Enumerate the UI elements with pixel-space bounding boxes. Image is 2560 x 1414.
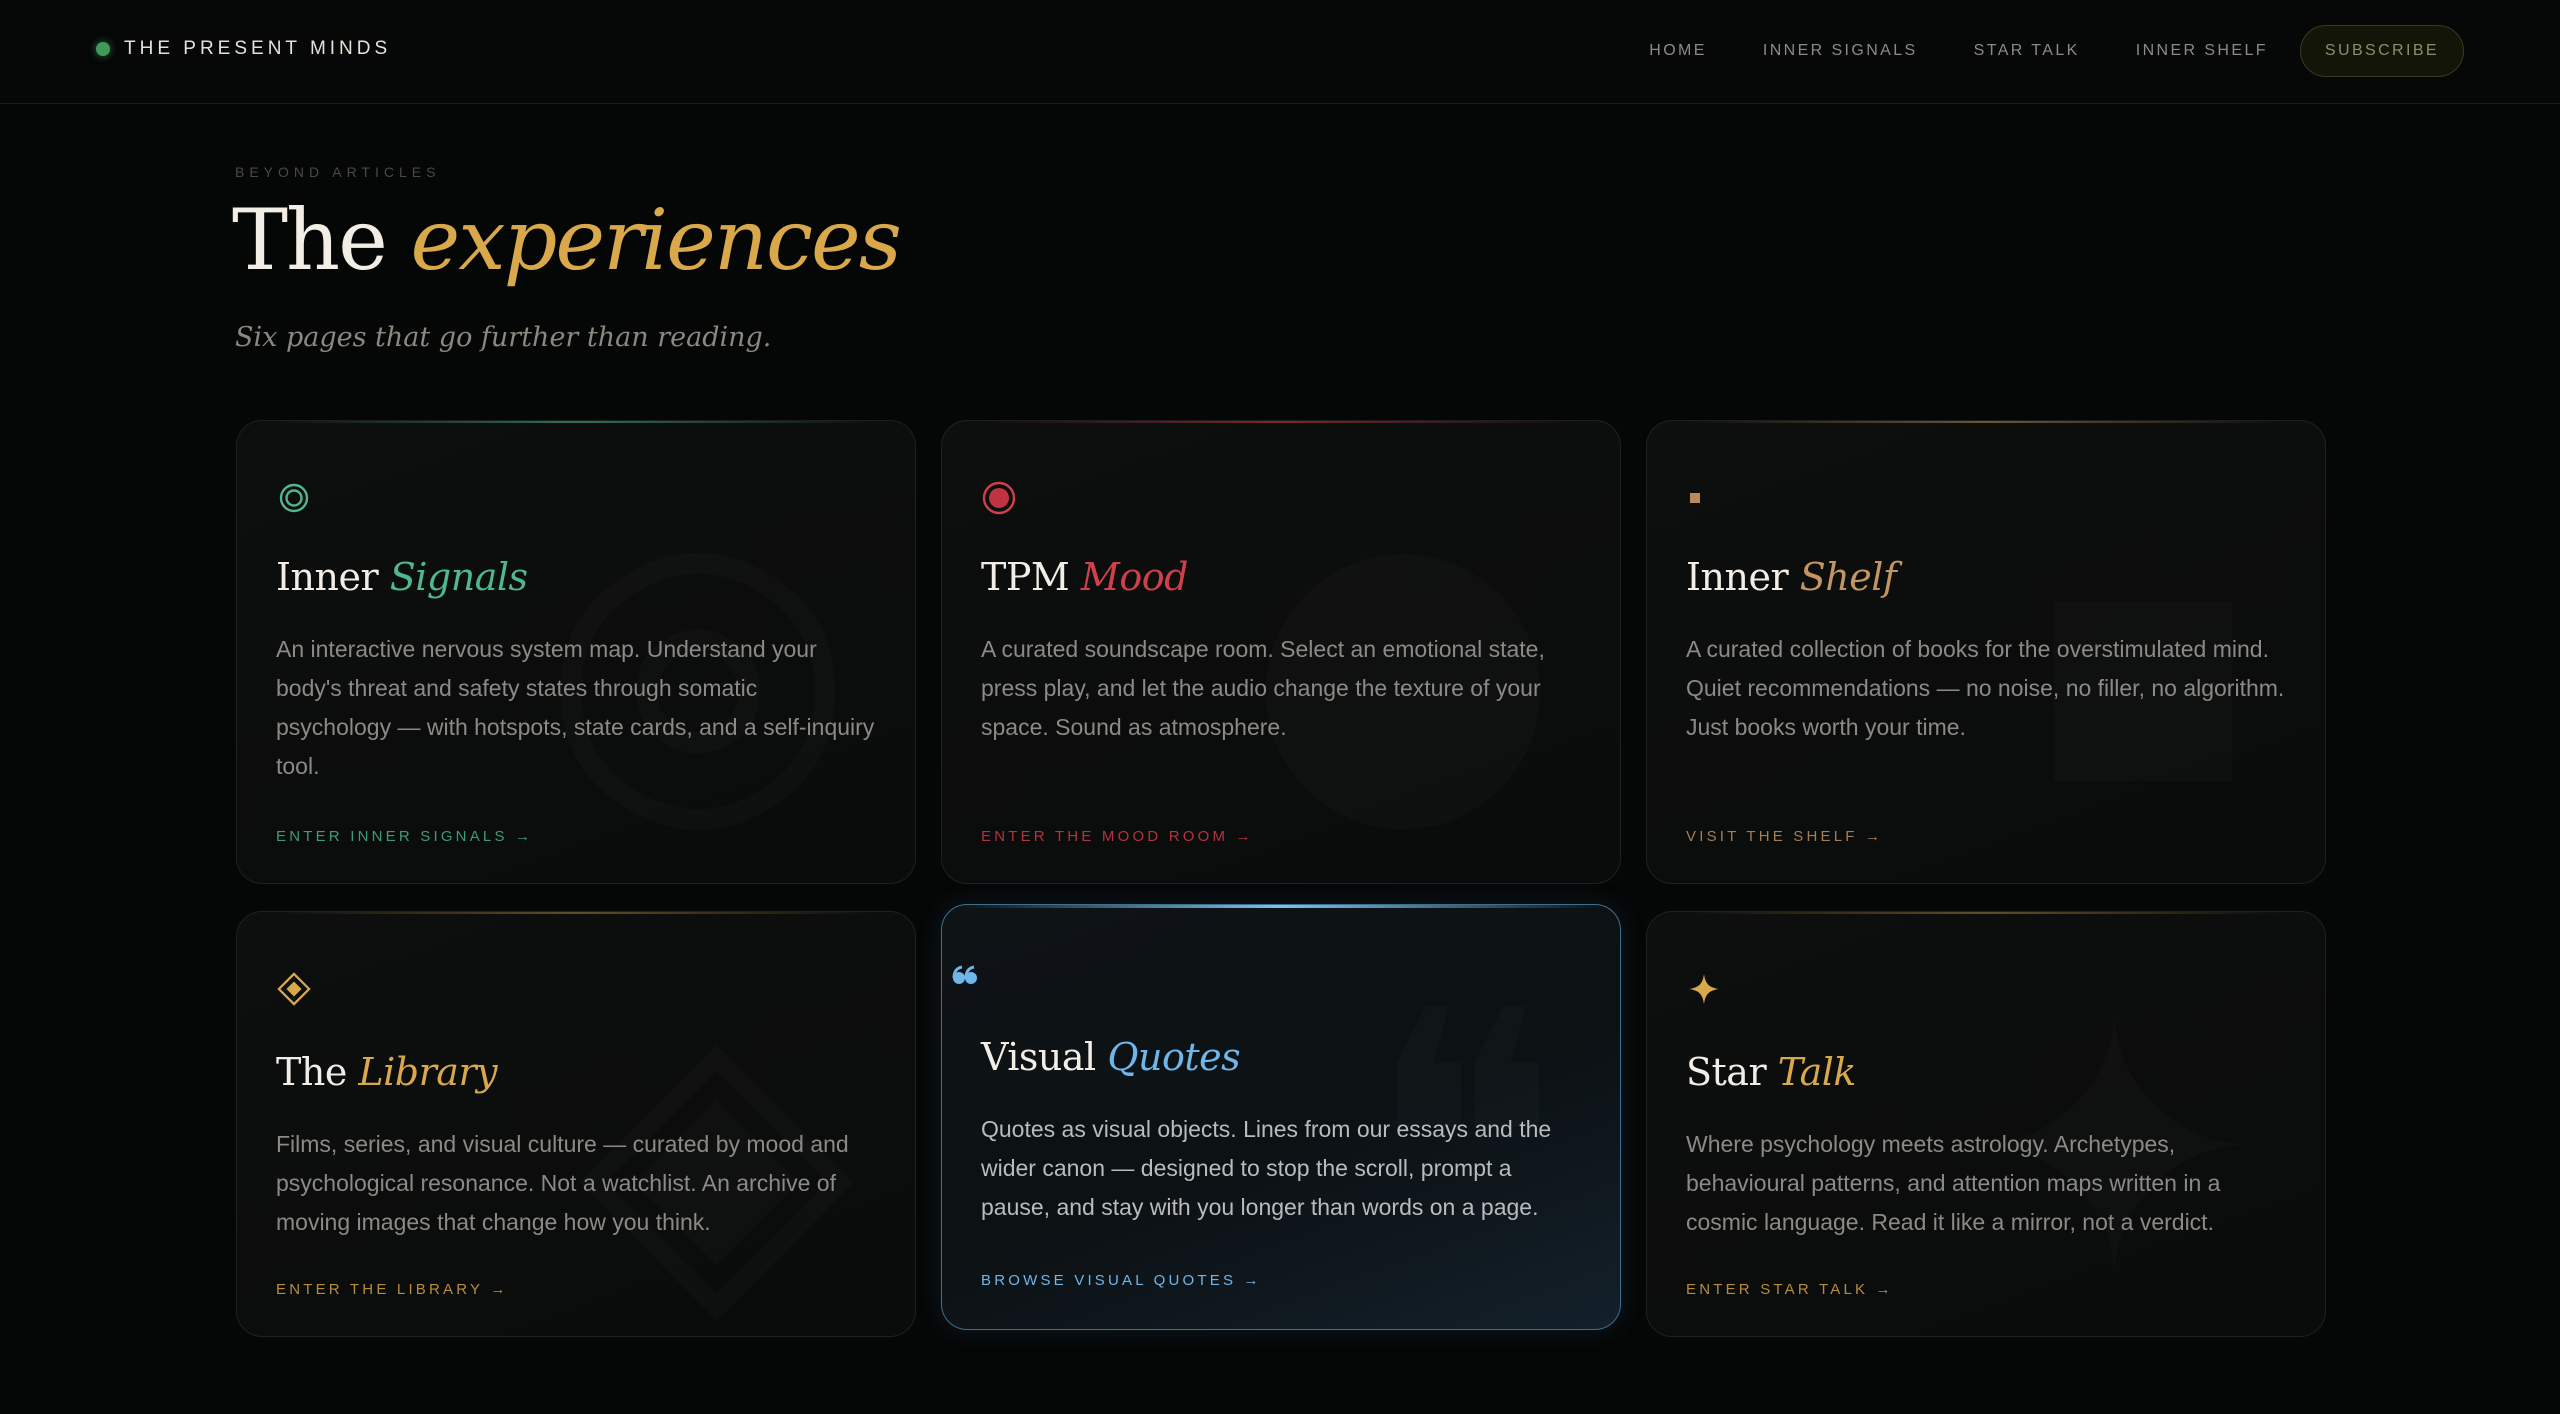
nav-link-star-talk[interactable]: STAR TALK (1974, 42, 2080, 60)
card-accent-line (1687, 912, 2285, 914)
card-title-plain: The (276, 1050, 347, 1094)
page-subtitle: Six pages that go further than reading. (235, 322, 772, 353)
quote-icon (948, 959, 982, 993)
card-title-plain: Visual (981, 1035, 1096, 1079)
card-visual-quotes[interactable]: ❝ Visual Quotes Quotes as visual objects… (941, 904, 1621, 1330)
top-nav: THE PRESENT MINDS HOME INNER SIGNALS STA… (0, 0, 2560, 104)
card-accent-line (982, 421, 1580, 423)
card-title: TPM Mood (981, 555, 1188, 599)
card-star-talk[interactable]: ✦ Star Talk Where psychology meets astro… (1646, 911, 2326, 1337)
card-description: Films, series, and visual culture — cura… (276, 1131, 849, 1235)
card-description: A curated soundscape room. Select an emo… (981, 636, 1545, 740)
nav-link-inner-signals[interactable]: INNER SIGNALS (1763, 42, 1918, 60)
card-title: Inner Signals (276, 555, 528, 599)
card-title-plain: Inner (276, 555, 379, 599)
card-description: A curated collection of books for the ov… (1686, 636, 2285, 740)
enter-mood-room-link[interactable]: ENTER THE MOOD ROOM → (981, 828, 1254, 845)
card-tpm-mood[interactable]: ● TPM Mood A curated soundscape room. Se… (941, 420, 1621, 884)
card-description: An interactive nervous system map. Under… (276, 636, 875, 779)
enter-star-talk-link[interactable]: ENTER STAR TALK → (1686, 1281, 1894, 1298)
card-title: The Library (276, 1050, 498, 1094)
visit-shelf-link[interactable]: VISIT THE SHELF → (1686, 828, 1883, 845)
card-title-plain: TPM (981, 555, 1070, 599)
card-accent-line (277, 912, 875, 914)
card-inner-signals[interactable]: ◎ Inner Signals An interactive nervous s… (236, 420, 916, 884)
ring-icon (277, 481, 311, 515)
card-title-accent: Signals (389, 555, 528, 599)
card-inner-shelf[interactable]: ▪ Inner Shelf A curated collection of bo… (1646, 420, 2326, 884)
small-square-icon (1687, 481, 1721, 515)
card-description: Where psychology meets astrology. Archet… (1686, 1131, 2221, 1235)
nav-links: HOME INNER SIGNALS STAR TALK INNER SHELF… (1593, 24, 2464, 78)
card-title-accent: Shelf (1799, 555, 1897, 599)
card-title: Inner Shelf (1686, 555, 1897, 599)
section-eyebrow: BEYOND ARTICLES (235, 164, 441, 180)
status-dot-icon (96, 42, 110, 56)
card-title: Visual Quotes (981, 1035, 1241, 1079)
card-title-accent: Talk (1777, 1050, 1857, 1094)
enter-inner-signals-link[interactable]: ENTER INNER SIGNALS → (276, 828, 533, 845)
subscribe-button[interactable]: SUBSCRIBE (2299, 25, 2464, 77)
brand-name: THE PRESENT MINDS (124, 38, 392, 59)
browse-visual-quotes-link[interactable]: BROWSE VISUAL QUOTES → (981, 1272, 1262, 1289)
page-title-accent: experiences (410, 191, 902, 289)
diamond-icon (277, 972, 311, 1006)
card-title-accent: Quotes (1107, 1035, 1241, 1079)
card-the-library[interactable]: ◈ The Library Films, series, and visual … (236, 911, 916, 1337)
card-title: Star Talk (1686, 1050, 1856, 1094)
page-title-plain: The (232, 191, 388, 289)
page-title: The experiences (232, 190, 902, 290)
card-description: Quotes as visual objects. Lines from our… (981, 1116, 1552, 1220)
nav-link-inner-shelf[interactable]: INNER SHELF (2136, 42, 2268, 60)
nav-link-home[interactable]: HOME (1649, 42, 1707, 60)
card-title-plain: Inner (1686, 555, 1789, 599)
sparkle-star-icon (1687, 972, 1721, 1006)
brand-logo[interactable]: THE PRESENT MINDS (96, 38, 391, 60)
card-title-plain: Star (1686, 1050, 1767, 1094)
card-accent-line (1687, 421, 2285, 423)
card-accent-line (962, 905, 1600, 908)
record-dot-icon (982, 481, 1016, 515)
card-title-accent: Mood (1080, 555, 1189, 599)
card-accent-line (277, 421, 875, 423)
enter-library-link[interactable]: ENTER THE LIBRARY → (276, 1281, 509, 1298)
card-title-accent: Library (358, 1050, 498, 1094)
